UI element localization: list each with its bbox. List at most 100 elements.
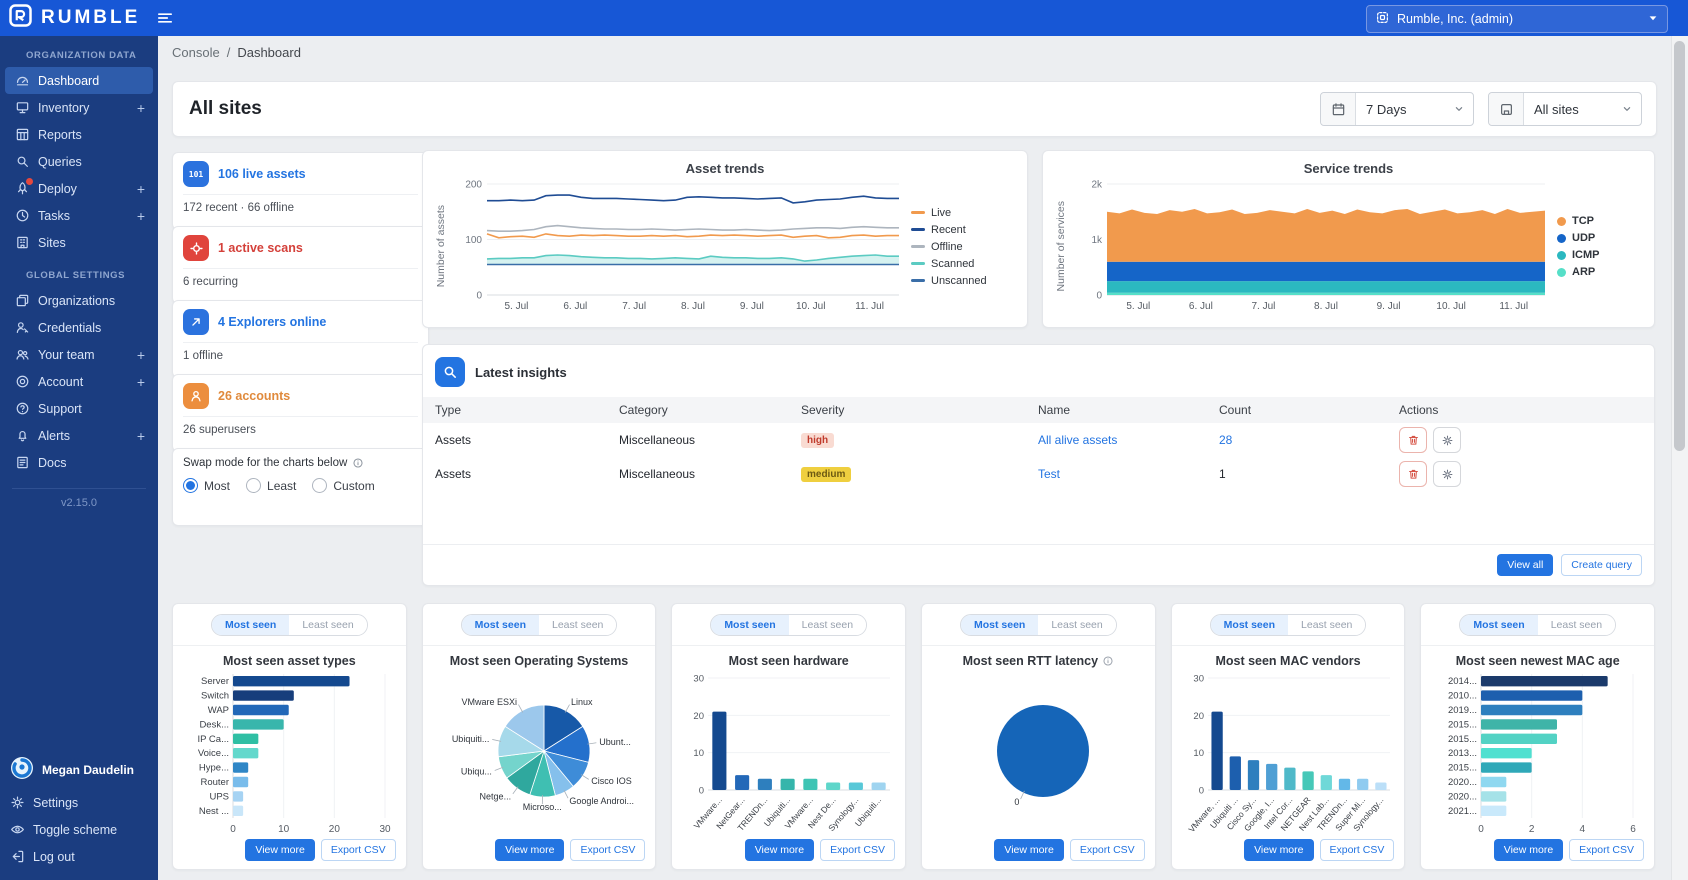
toggle-least-seen[interactable]: Least seen (539, 615, 616, 635)
expand-plus-icon[interactable]: + (137, 348, 145, 362)
reports-icon (15, 127, 30, 142)
stat-card-title[interactable]: 1 active scans (218, 241, 303, 255)
sidebar-item-docs[interactable]: Docs (5, 449, 153, 476)
expand-plus-icon[interactable]: + (137, 182, 145, 196)
radio-least[interactable]: Least (246, 478, 296, 493)
sidebar-item-label: Alerts (38, 429, 129, 443)
export-csv-button[interactable]: Export CSV (1320, 839, 1395, 861)
toggle-most-seen[interactable]: Most seen (961, 615, 1038, 635)
seen-card-title-text: Most seen asset types (223, 654, 356, 668)
legend-marker (911, 245, 925, 248)
expand-plus-icon[interactable]: + (137, 209, 145, 223)
legend-marker (1557, 234, 1566, 243)
sidebar-item-reports[interactable]: Reports (5, 121, 153, 148)
sidebar-item-label: Credentials (38, 321, 145, 335)
sidebar-item-organizations[interactable]: Organizations (5, 287, 153, 314)
radio-label: Most (204, 479, 230, 493)
insights-search-icon (435, 357, 465, 387)
view-more-button[interactable]: View more (745, 839, 814, 861)
sidebar-item-account[interactable]: Account+ (5, 368, 153, 395)
scrollbar-thumb[interactable] (1674, 41, 1685, 451)
configure-insight-button[interactable] (1433, 461, 1461, 487)
expand-plus-icon[interactable]: + (137, 375, 145, 389)
delete-insight-button[interactable] (1399, 461, 1427, 487)
insight-count[interactable]: 28 (1219, 433, 1232, 447)
info-icon (1102, 655, 1114, 667)
toggle-most-seen[interactable]: Most seen (212, 615, 289, 635)
insight-name-link[interactable]: All alive assets (1038, 433, 1117, 447)
export-csv-button[interactable]: Export CSV (321, 839, 396, 861)
delete-insight-button[interactable] (1399, 427, 1427, 453)
sidebar-item-support[interactable]: Support (5, 395, 153, 422)
insights-title: Latest insights (475, 365, 567, 380)
organizations-icon (15, 293, 30, 308)
view-more-button[interactable]: View more (1494, 839, 1563, 861)
view-more-button[interactable]: View more (495, 839, 564, 861)
sidebar-item-alerts[interactable]: Alerts + (5, 422, 153, 449)
seen-card-title-text: Most seen newest MAC age (1456, 654, 1620, 668)
export-csv-button[interactable]: Export CSV (570, 839, 645, 861)
export-csv-button[interactable]: Export CSV (820, 839, 895, 861)
service-trends-legend: TCPUDPICMPARP (1557, 215, 1600, 278)
sidebar-item-tasks[interactable]: Tasks+ (5, 202, 153, 229)
sidebar-item-your-team[interactable]: Your team+ (5, 341, 153, 368)
sidebar-item-sites[interactable]: Sites (5, 229, 153, 256)
export-csv-button[interactable]: Export CSV (1569, 839, 1644, 861)
toggle-least-seen[interactable]: Least seen (789, 615, 866, 635)
view-more-button[interactable]: View more (245, 839, 314, 861)
legend-label: UDP (1572, 232, 1595, 244)
user-menu[interactable]: Megan Daudelin (0, 750, 158, 789)
legend-item-tcp: TCP (1557, 215, 1600, 227)
sidebar-item-inventory[interactable]: Inventory+ (5, 94, 153, 121)
date-range-select[interactable]: 7 Days (1320, 92, 1474, 126)
sidebar-item-deploy[interactable]: Deploy + (5, 175, 153, 202)
legend-label: Unscanned (931, 275, 987, 287)
stat-card-title[interactable]: 106 live assets (218, 167, 306, 181)
svg-text:8. Jul: 8. Jul (681, 301, 705, 312)
view-more-button[interactable]: View more (1244, 839, 1313, 861)
toggle-least-seen[interactable]: Least seen (1038, 615, 1115, 635)
legend-marker (911, 262, 925, 265)
brand[interactable]: RUMBLE (0, 3, 140, 33)
insight-name-link[interactable]: Test (1038, 467, 1060, 481)
stat-card-title[interactable]: 4 Explorers online (218, 315, 326, 329)
legend-label: ARP (1572, 266, 1595, 278)
expand-plus-icon[interactable]: + (137, 101, 145, 115)
radio-custom[interactable]: Custom (312, 478, 374, 493)
view-more-button[interactable]: View more (994, 839, 1063, 861)
stat-card-1-active-scans: 1 active scans6 recurring (172, 226, 429, 304)
scrollbar[interactable] (1671, 36, 1688, 880)
toggle-least-seen[interactable]: Least seen (1538, 615, 1615, 635)
org-switcher-button[interactable]: Rumble, Inc. (admin) (1366, 5, 1668, 33)
sidebar-footer-settings[interactable]: Settings (0, 789, 158, 816)
sidebar-item-queries[interactable]: Queries (5, 148, 153, 175)
toggle-most-seen[interactable]: Most seen (1460, 615, 1537, 635)
breadcrumb-separator: / (227, 45, 231, 60)
expand-plus-icon[interactable]: + (137, 429, 145, 443)
sidebar-item-label: Deploy (38, 182, 129, 196)
configure-insight-button[interactable] (1433, 427, 1461, 453)
svg-text:0: 0 (1479, 824, 1485, 835)
seen-card-asset-types: Most seenLeast seen Most seen asset types… (172, 603, 407, 870)
view-all-button[interactable]: View all (1497, 554, 1553, 576)
sidebar-footer-toggle-scheme[interactable]: Toggle scheme (0, 816, 158, 843)
seen-card-mac-age: Most seenLeast seen Most seen newest MAC … (1420, 603, 1655, 870)
site-filter-select[interactable]: All sites (1488, 92, 1642, 126)
sidebar-collapse-icon[interactable] (156, 9, 174, 27)
create-query-button[interactable]: Create query (1561, 554, 1642, 576)
breadcrumb-root[interactable]: Console (172, 45, 220, 60)
toggle-least-seen[interactable]: Least seen (1288, 615, 1365, 635)
toggle-most-seen[interactable]: Most seen (462, 615, 539, 635)
radio-most[interactable]: Most (183, 478, 230, 493)
toggle-most-seen[interactable]: Most seen (711, 615, 788, 635)
svg-text:2013...: 2013... (1448, 748, 1477, 759)
svg-text:2015...: 2015... (1448, 719, 1477, 730)
sidebar-footer-log-out[interactable]: Log out (0, 843, 158, 870)
toggle-most-seen[interactable]: Most seen (1211, 615, 1288, 635)
accounts-icon (183, 383, 209, 409)
stat-card-title[interactable]: 26 accounts (218, 389, 290, 403)
sidebar-item-credentials[interactable]: Credentials (5, 314, 153, 341)
toggle-least-seen[interactable]: Least seen (289, 615, 366, 635)
sidebar-item-dashboard[interactable]: Dashboard (5, 67, 153, 94)
export-csv-button[interactable]: Export CSV (1070, 839, 1145, 861)
